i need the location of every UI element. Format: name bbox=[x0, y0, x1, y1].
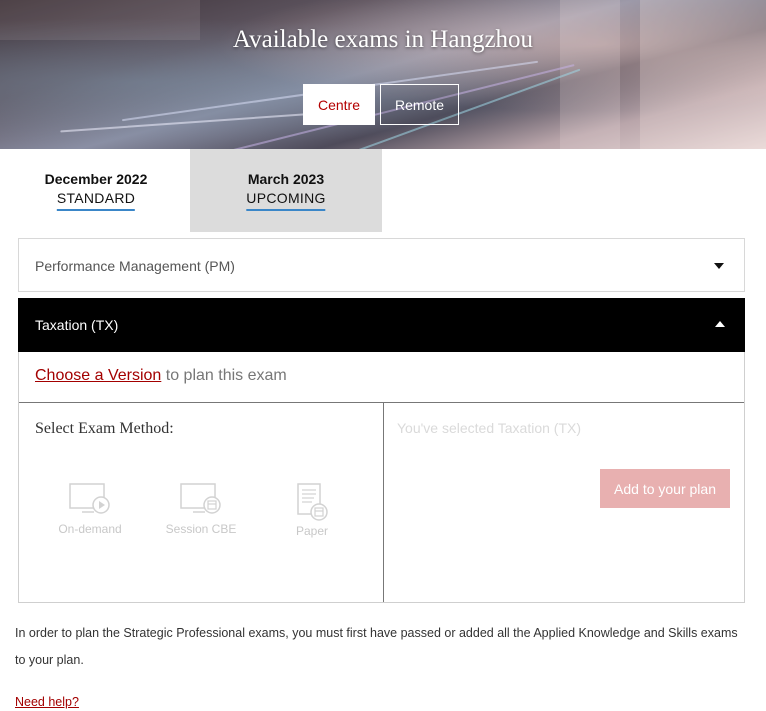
method-title: Select Exam Method: bbox=[35, 420, 174, 437]
monitor-play-icon bbox=[69, 483, 110, 514]
accordion-label: Taxation (TX) bbox=[35, 317, 119, 333]
accordion-body: Choose a Version to plan this exam Selec… bbox=[18, 352, 745, 603]
chevron-down-icon bbox=[714, 263, 724, 269]
tab-date: March 2023 bbox=[247, 171, 325, 187]
divider bbox=[383, 402, 384, 602]
page-title: Available exams in Hangzhou bbox=[232, 26, 534, 53]
accordion-item-tx[interactable]: Taxation (TX) bbox=[18, 298, 745, 352]
monitor-calendar-icon bbox=[180, 483, 221, 514]
add-to-plan-button[interactable]: Add to your plan bbox=[600, 469, 730, 508]
accordion-item-pm[interactable]: Performance Management (PM) bbox=[18, 238, 745, 292]
tab-march-2023[interactable]: March 2023 UPCOMING bbox=[190, 149, 382, 232]
tab-status: UPCOMING bbox=[246, 190, 326, 211]
remote-button[interactable]: Remote bbox=[380, 84, 459, 125]
method-label: Paper bbox=[295, 524, 329, 538]
need-help-link[interactable]: Need help? bbox=[15, 695, 79, 709]
tab-status: STANDARD bbox=[56, 190, 136, 211]
tab-date: December 2022 bbox=[44, 171, 148, 187]
method-label: Session CBE bbox=[165, 522, 237, 536]
method-session-cbe[interactable]: Session CBE bbox=[146, 482, 256, 536]
divider bbox=[19, 402, 744, 403]
hero-banner: Available exams in Hangzhou Centre Remot… bbox=[0, 0, 766, 149]
version-prompt: Choose a Version to plan this exam bbox=[35, 367, 287, 385]
chevron-up-icon bbox=[715, 321, 725, 327]
building-shape bbox=[640, 0, 766, 149]
method-paper[interactable]: Paper bbox=[257, 482, 367, 538]
choose-version-link[interactable]: Choose a Version bbox=[35, 367, 161, 384]
selected-exam-text: You've selected Taxation (TX) bbox=[397, 420, 582, 436]
centre-button[interactable]: Centre bbox=[303, 84, 375, 125]
paper-calendar-icon bbox=[297, 483, 328, 521]
method-label: On-demand bbox=[58, 522, 122, 536]
plan-requirement-note: In order to plan the Strategic Professio… bbox=[15, 626, 738, 667]
tab-december-2022[interactable]: December 2022 STANDARD bbox=[0, 149, 192, 232]
method-on-demand[interactable]: On-demand bbox=[35, 482, 145, 536]
accordion-label: Performance Management (PM) bbox=[35, 258, 235, 274]
version-prompt-suffix: to plan this exam bbox=[161, 367, 287, 384]
